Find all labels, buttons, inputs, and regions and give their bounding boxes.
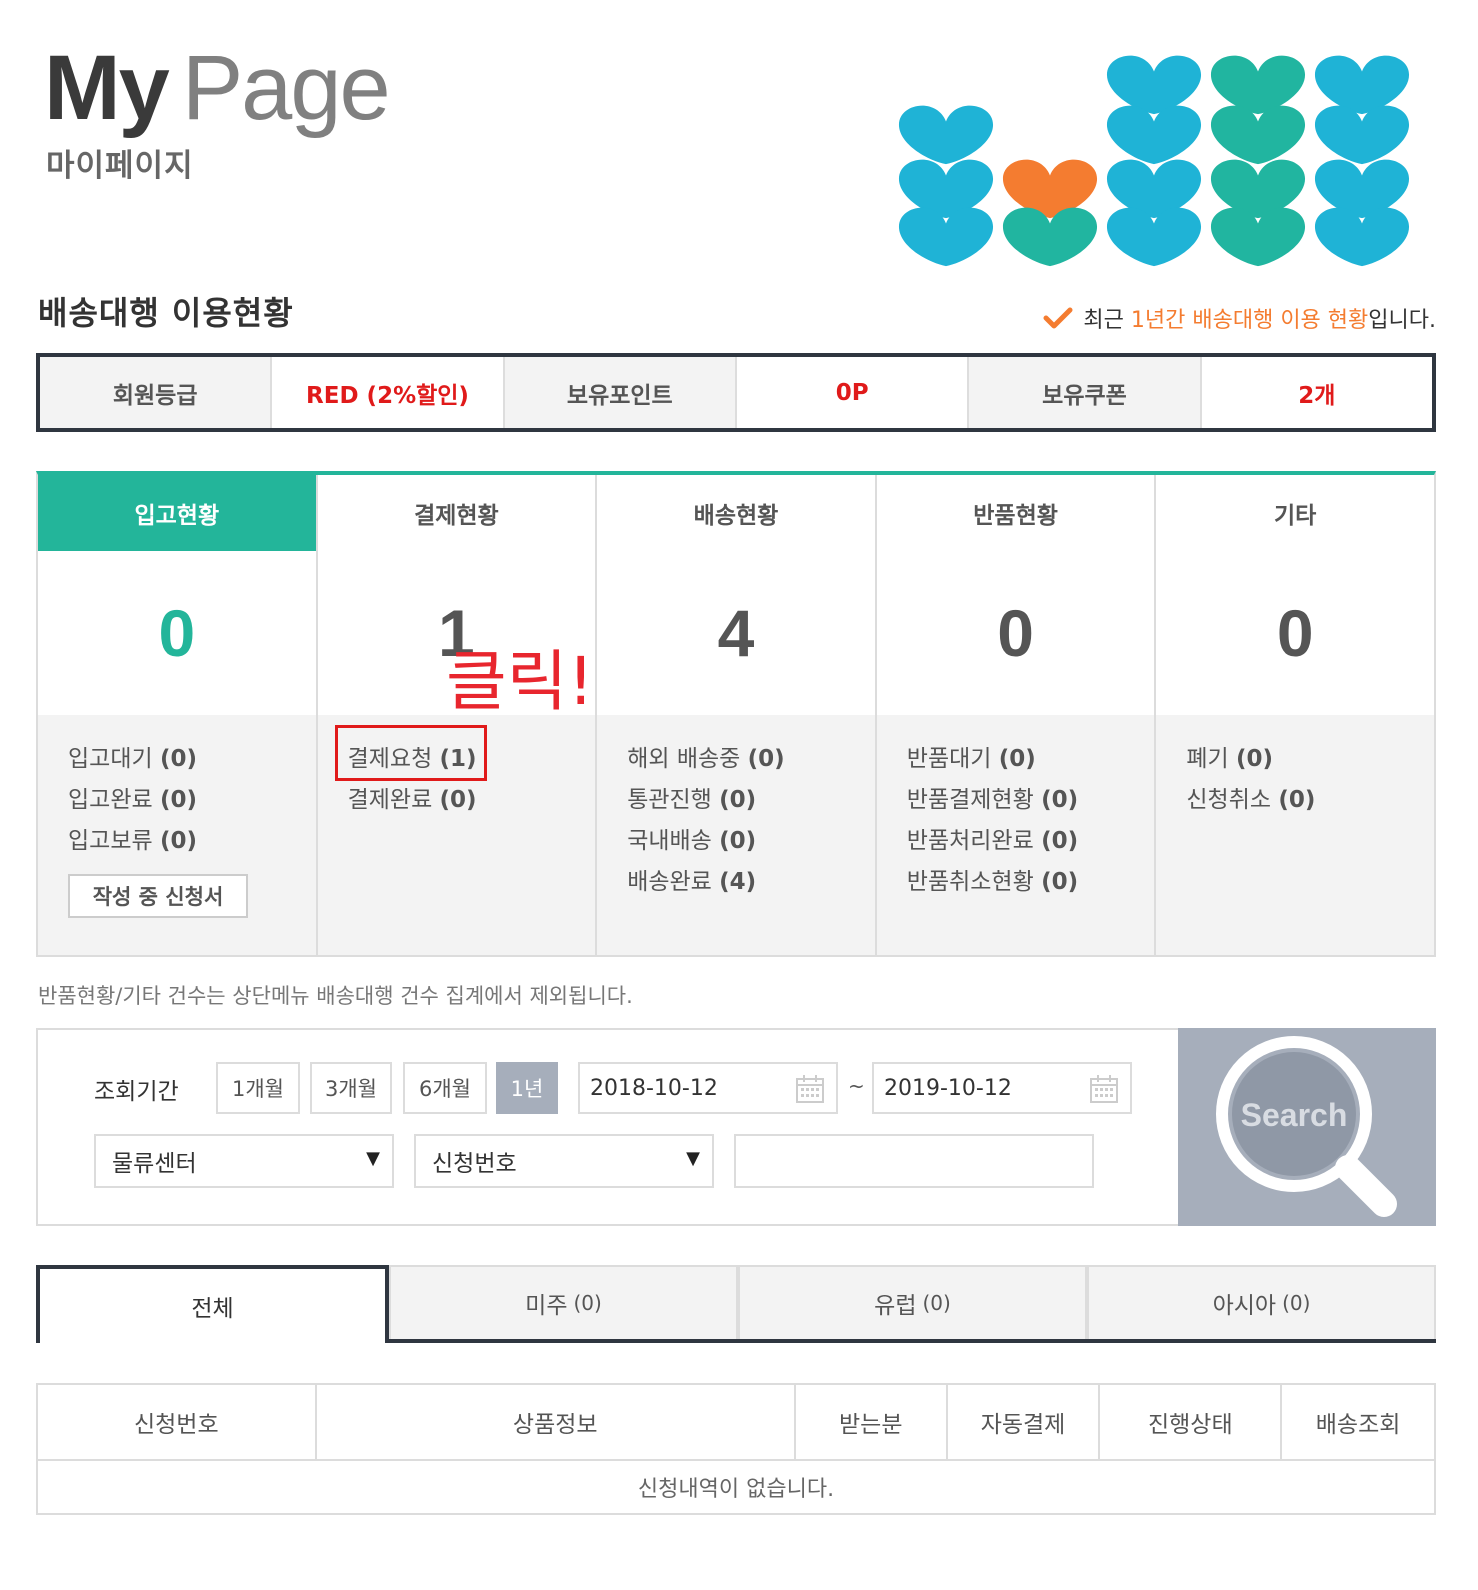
status-col-shipping: 배송현황 4 해외 배송중 (0) 통관진행 (0) 국내배송 (0) 배송완료… <box>597 475 877 955</box>
status-item[interactable]: 해외 배송중 (0) <box>627 739 875 780</box>
status-item[interactable]: 반품처리완료 (0) <box>907 821 1155 862</box>
region-tabs: 전체 미주 (0) 유럽 (0) 아시아 (0) <box>36 1265 1436 1343</box>
tab-asia[interactable]: 아시아 (0) <box>1087 1265 1436 1339</box>
calendar-icon[interactable] <box>1088 1073 1120 1105</box>
member-grade-value: RED (2%할인) <box>272 357 505 428</box>
search-panel: 조회기간 1개월 3개월 6개월 1년 2018-10-12 ~ 2019-10… <box>36 1028 1436 1226</box>
date-to-input[interactable]: 2019-10-12 <box>872 1062 1132 1114</box>
status-grid: 입고현황 0 입고대기 (0) 입고완료 (0) 입고보류 (0) 작성 중 신… <box>36 471 1436 957</box>
col-title[interactable]: 반품현황 <box>877 475 1155 551</box>
date-range-separator: ~ <box>848 1074 865 1098</box>
date-from-input[interactable]: 2018-10-12 <box>578 1062 838 1114</box>
calendar-icon[interactable] <box>794 1073 826 1105</box>
member-grade-label: 회원등급 <box>40 357 273 428</box>
search-button-label: Search <box>1241 1097 1348 1133</box>
date-from-value: 2018-10-12 <box>590 1075 718 1101</box>
period-1month-button[interactable]: 1개월 <box>216 1062 300 1114</box>
section-title: 배송대행 이용현황 <box>38 294 294 332</box>
leaf-shape <box>1210 55 1306 115</box>
col-count[interactable]: 0 <box>877 551 1155 715</box>
col-title[interactable]: 기타 <box>1156 475 1434 551</box>
page-subtitle: 마이페이지 <box>46 148 194 184</box>
title-bold: My <box>44 37 170 139</box>
dropdown-arrow-icon: ▼ <box>366 1148 380 1169</box>
center-select[interactable]: 물류센터 ▼ <box>94 1134 394 1188</box>
leaf-shape <box>1106 55 1202 115</box>
col-header: 자동결제 <box>945 1383 1101 1461</box>
magnifier-icon: Search <box>1216 1036 1397 1217</box>
period-6month-button[interactable]: 6개월 <box>403 1062 487 1114</box>
col-count[interactable]: 0 <box>1156 551 1434 715</box>
period-label: 조회기간 <box>94 1079 179 1105</box>
highlight-box <box>335 725 487 781</box>
col-header: 상품정보 <box>314 1383 796 1461</box>
leaf-shape <box>898 105 994 165</box>
col-header: 받는분 <box>793 1383 948 1461</box>
leaf-shape <box>1106 105 1202 165</box>
status-item[interactable]: 입고보류 (0) <box>68 821 316 862</box>
draft-applications-button[interactable]: 작성 중 신청서 <box>68 874 248 918</box>
status-item[interactable]: 반품대기 (0) <box>907 739 1155 780</box>
status-item[interactable]: 신청취소 (0) <box>1186 780 1434 821</box>
title-light: Page <box>181 37 391 139</box>
note-prefix: 최근 <box>1083 308 1124 333</box>
col-count[interactable]: 0 <box>38 551 316 715</box>
col-list: 입고대기 (0) 입고완료 (0) 입고보류 (0) 작성 중 신청서 <box>38 715 316 955</box>
status-col-return: 반품현황 0 반품대기 (0) 반품결제현황 (0) 반품처리완료 (0) 반품… <box>876 475 1157 955</box>
col-header: 진행상태 <box>1098 1383 1283 1461</box>
col-list: 반품대기 (0) 반품결제현황 (0) 반품처리완료 (0) 반품취소현황 (0… <box>876 715 1155 955</box>
col-header: 배송조회 <box>1280 1383 1436 1461</box>
col-header: 신청번호 <box>36 1383 317 1461</box>
page-title: My Page <box>44 37 391 139</box>
field-select[interactable]: 신청번호 ▼ <box>414 1134 714 1188</box>
col-list: 폐기 (0) 신청취소 (0) <box>1156 715 1434 955</box>
click-annotation: 클릭! <box>446 643 594 720</box>
notice-text: 반품현황/기타 건수는 상단메뉴 배송대행 건수 집계에서 제외됩니다. <box>38 984 633 1008</box>
table-row: 신청내역이 없습니다. <box>36 1459 1436 1515</box>
member-info-bar: 회원등급 RED (2%할인) 보유포인트 0P 보유쿠폰 2개 <box>36 353 1436 432</box>
points-label: 보유포인트 <box>504 357 737 428</box>
status-item[interactable]: 배송완료 (4) <box>627 862 875 903</box>
status-item[interactable]: 결제완료 (0) <box>348 780 596 821</box>
col-title[interactable]: 입고현황 <box>38 475 316 551</box>
points-value: 0P <box>736 357 970 428</box>
period-3month-button[interactable]: 3개월 <box>310 1062 392 1114</box>
note-accent: 1년간 배송대행 이용 현황 <box>1130 308 1369 333</box>
tab-all[interactable]: 전체 <box>36 1265 389 1343</box>
leaf-shape <box>1314 55 1410 115</box>
note-suffix: 입니다. <box>1368 308 1436 333</box>
status-col-inbound: 입고현황 0 입고대기 (0) 입고완료 (0) 입고보류 (0) 작성 중 신… <box>38 475 318 955</box>
coupons-value[interactable]: 2개 <box>1201 357 1432 428</box>
leaf-pattern-logo <box>898 55 1410 267</box>
status-item[interactable]: 폐기 (0) <box>1186 739 1434 780</box>
check-icon <box>1043 307 1073 329</box>
col-title[interactable]: 결제현황 <box>318 475 596 551</box>
leaf-shape <box>1314 105 1410 165</box>
section-note: 최근 1년간 배송대행 이용 현황입니다. <box>1043 302 1436 334</box>
field-select-value: 신청번호 <box>432 1151 517 1177</box>
coupons-label: 보유쿠폰 <box>969 357 1202 428</box>
status-item[interactable]: 입고대기 (0) <box>68 739 316 780</box>
table-header-row: 신청번호 상품정보 받는분 자동결제 진행상태 배송조회 <box>36 1383 1436 1461</box>
tab-europe[interactable]: 유럽 (0) <box>738 1265 1087 1339</box>
date-to-value: 2019-10-12 <box>884 1075 1012 1101</box>
status-item[interactable]: 통관진행 (0) <box>627 780 875 821</box>
status-item[interactable]: 입고완료 (0) <box>68 780 316 821</box>
status-item[interactable]: 국내배송 (0) <box>627 821 875 862</box>
empty-message: 신청내역이 없습니다. <box>36 1459 1436 1515</box>
dropdown-arrow-icon: ▼ <box>686 1148 700 1169</box>
status-item[interactable]: 반품결제현황 (0) <box>907 780 1155 821</box>
col-count[interactable]: 4 <box>597 551 875 715</box>
search-button[interactable]: Search <box>1178 1028 1436 1226</box>
col-title[interactable]: 배송현황 <box>597 475 875 551</box>
center-select-value: 물류센터 <box>112 1151 197 1177</box>
period-1year-button[interactable]: 1년 <box>496 1062 558 1114</box>
tab-america[interactable]: 미주 (0) <box>389 1265 738 1339</box>
keyword-input[interactable] <box>734 1134 1094 1188</box>
status-item[interactable]: 반품취소현황 (0) <box>907 862 1155 903</box>
col-list: 해외 배송중 (0) 통관진행 (0) 국내배송 (0) 배송완료 (4) <box>597 715 875 955</box>
leaf-shape <box>1210 105 1306 165</box>
results-table: 신청번호 상품정보 받는분 자동결제 진행상태 배송조회 신청내역이 없습니다. <box>36 1383 1436 1515</box>
status-col-other: 기타 0 폐기 (0) 신청취소 (0) <box>1156 475 1434 955</box>
